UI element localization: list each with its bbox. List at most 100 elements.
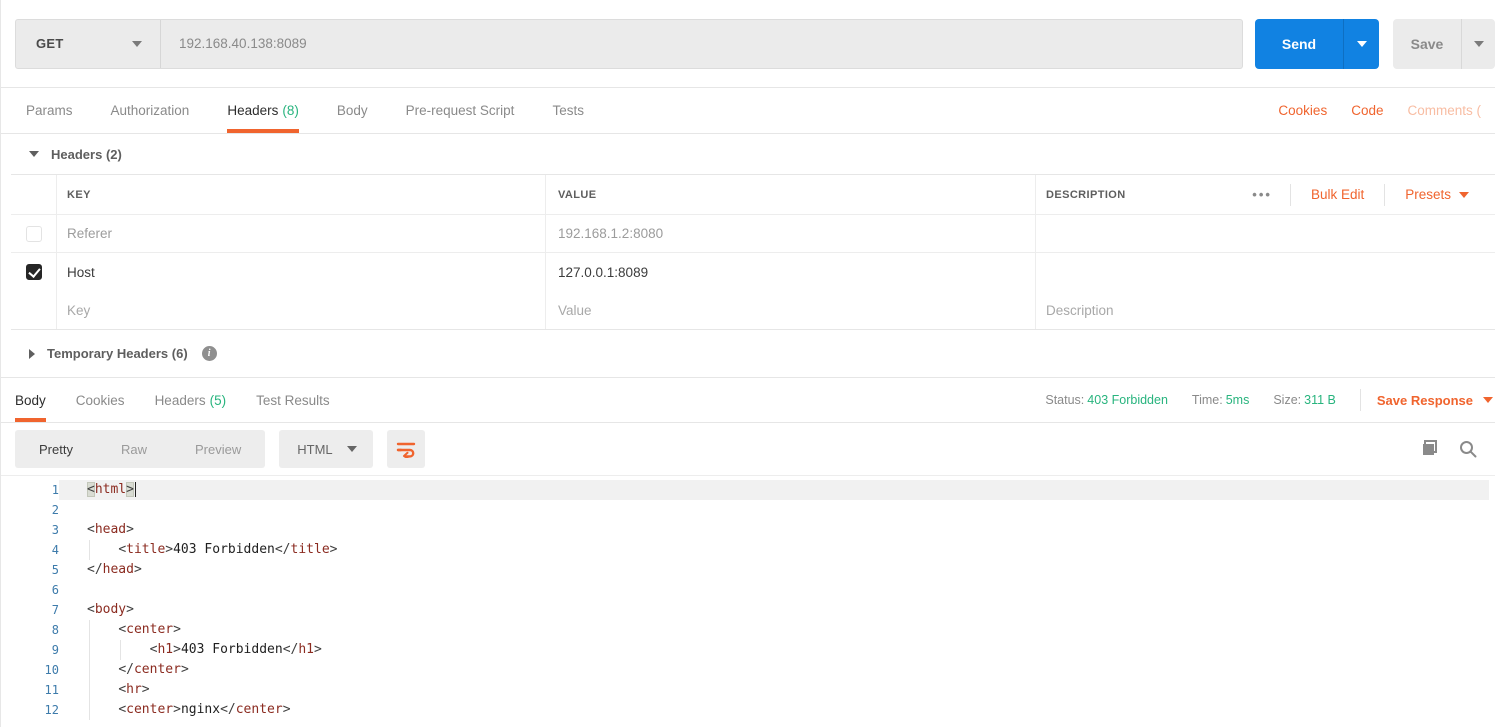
- checkbox-checked[interactable]: [25, 264, 42, 280]
- code-token: </: [274, 542, 291, 557]
- code-content: <html>: [59, 480, 1489, 500]
- chevron-down-icon: [132, 40, 142, 47]
- tab-headers[interactable]: Headers (8): [227, 88, 299, 133]
- value-text: 192.168.1.2:8080: [558, 226, 664, 241]
- send-button[interactable]: Send: [1255, 18, 1379, 69]
- code-token: </: [282, 642, 299, 657]
- info-icon[interactable]: i: [201, 346, 217, 361]
- code-content: </head>: [59, 560, 1495, 580]
- description-column-header: DESCRIPTION ••• Bulk Edit Presets: [1036, 175, 1495, 214]
- code-token: >: [180, 662, 189, 677]
- headers-section-header[interactable]: Headers (2): [1, 134, 1495, 174]
- temporary-headers-title: Temporary Headers (6): [47, 346, 188, 361]
- value-cell[interactable]: 192.168.1.2:8080: [546, 215, 1036, 252]
- code-line: 10 </center>: [1, 660, 1495, 680]
- code-token: >: [173, 642, 181, 657]
- indent-guide: [120, 640, 122, 660]
- response-tab-body[interactable]: Body: [15, 378, 46, 422]
- url-value: 192.168.40.138:8089: [179, 36, 307, 51]
- code-token: <: [87, 602, 95, 617]
- value-cell[interactable]: 127.0.0.1:8089: [546, 253, 1036, 291]
- copy-button[interactable]: [1421, 440, 1439, 458]
- response-body-editor[interactable]: 1 <html> 2 3 <head> 4 <title>403 Forbidden</t…: [1, 475, 1495, 720]
- code-token: </: [118, 662, 134, 677]
- save-dropdown[interactable]: [1461, 18, 1495, 69]
- line-number: 2: [51, 503, 59, 517]
- tab-pre-request-script[interactable]: Pre-request Script: [406, 88, 515, 133]
- status-badge: Status: 403 Forbidden: [1045, 393, 1168, 407]
- save-button[interactable]: Save: [1393, 18, 1495, 69]
- key-text: Host: [67, 264, 95, 280]
- request-tabs: Params Authorization Headers (8) Body Pre-req…: [1, 88, 1495, 134]
- response-tab-headers[interactable]: Headers (5): [155, 378, 227, 422]
- code-token: >: [314, 642, 322, 657]
- table-row[interactable]: Host 127.0.0.1:8089: [11, 253, 1495, 291]
- code-line: 8 <center>: [1, 620, 1495, 640]
- send-dropdown[interactable]: [1343, 18, 1379, 69]
- code-content: <title>403 Forbidden</title>: [59, 540, 1495, 560]
- tab-tests[interactable]: Tests: [552, 88, 584, 133]
- save-response-button[interactable]: Save Response: [1377, 393, 1495, 408]
- url-group: GET 192.168.40.138:8089: [15, 18, 1243, 69]
- key-input[interactable]: Key: [57, 291, 546, 329]
- code-token: <: [87, 482, 95, 497]
- code-line: 5 </head>: [1, 560, 1495, 580]
- response-tab-cookies[interactable]: Cookies: [76, 378, 125, 422]
- more-options-icon[interactable]: •••: [1234, 187, 1290, 202]
- comments-link: Comments (: [1407, 103, 1481, 118]
- code-content: <body>: [59, 600, 1495, 620]
- temporary-headers-header[interactable]: Temporary Headers (6) i: [1, 330, 1495, 378]
- table-row[interactable]: Referer 192.168.1.2:8080: [11, 215, 1495, 253]
- tab-body[interactable]: Body: [337, 88, 368, 133]
- description-cell[interactable]: [1036, 215, 1495, 252]
- code-token: title: [126, 542, 166, 557]
- code-link[interactable]: Code: [1351, 103, 1383, 118]
- method-select[interactable]: GET: [16, 19, 161, 68]
- code-token: >: [282, 702, 291, 717]
- tab-count: (8): [282, 103, 299, 118]
- view-mode-raw[interactable]: Raw: [97, 430, 171, 468]
- tab-authorization[interactable]: Authorization: [111, 88, 190, 133]
- tab-label: Test Results: [256, 392, 330, 408]
- cookies-link[interactable]: Cookies: [1278, 103, 1327, 118]
- indent-guide: [89, 620, 90, 640]
- presets-dropdown[interactable]: Presets: [1385, 187, 1489, 202]
- code-token: </: [220, 702, 236, 717]
- description-input[interactable]: Description: [1036, 291, 1495, 329]
- view-mode-pretty[interactable]: Pretty: [15, 430, 97, 468]
- line-number: 3: [51, 523, 59, 537]
- code-token: head: [94, 522, 127, 537]
- tab-label: Headers: [227, 103, 279, 118]
- language-select[interactable]: HTML: [279, 430, 373, 468]
- description-cell[interactable]: [1036, 253, 1495, 291]
- code-token: 403 Forbidden: [180, 642, 283, 657]
- search-button[interactable]: [1459, 440, 1477, 458]
- tab-params[interactable]: Params: [26, 88, 73, 133]
- url-input[interactable]: 192.168.40.138:8089: [161, 20, 1242, 68]
- row-checkbox-cell: [11, 215, 57, 252]
- line-number: 5: [51, 563, 59, 577]
- checkbox-unchecked[interactable]: [25, 225, 42, 242]
- wrap-lines-button[interactable]: [386, 430, 425, 468]
- code-token: html: [94, 482, 127, 497]
- line-number: 4: [51, 543, 59, 557]
- code-line: 11 <hr>: [1, 680, 1495, 700]
- language-label: HTML: [297, 441, 333, 457]
- response-tab-test-results[interactable]: Test Results: [256, 378, 330, 422]
- request-tab-links: Cookies Code Comments (: [1278, 88, 1481, 133]
- code-token: center: [126, 702, 174, 717]
- divider: [1359, 389, 1361, 411]
- bulk-edit-link[interactable]: Bulk Edit: [1291, 187, 1384, 202]
- response-tabs: Body Cookies Headers (5) Test Results Status…: [1, 378, 1495, 423]
- key-cell[interactable]: Host: [57, 253, 546, 291]
- row-checkbox-cell: [11, 291, 57, 329]
- key-cell[interactable]: Referer: [57, 215, 546, 252]
- code-line: 3 <head>: [1, 520, 1495, 540]
- code-token: >: [173, 702, 181, 717]
- chevron-down-icon: [346, 446, 357, 452]
- value-input[interactable]: Value: [546, 291, 1036, 329]
- view-mode-preview[interactable]: Preview: [171, 430, 265, 468]
